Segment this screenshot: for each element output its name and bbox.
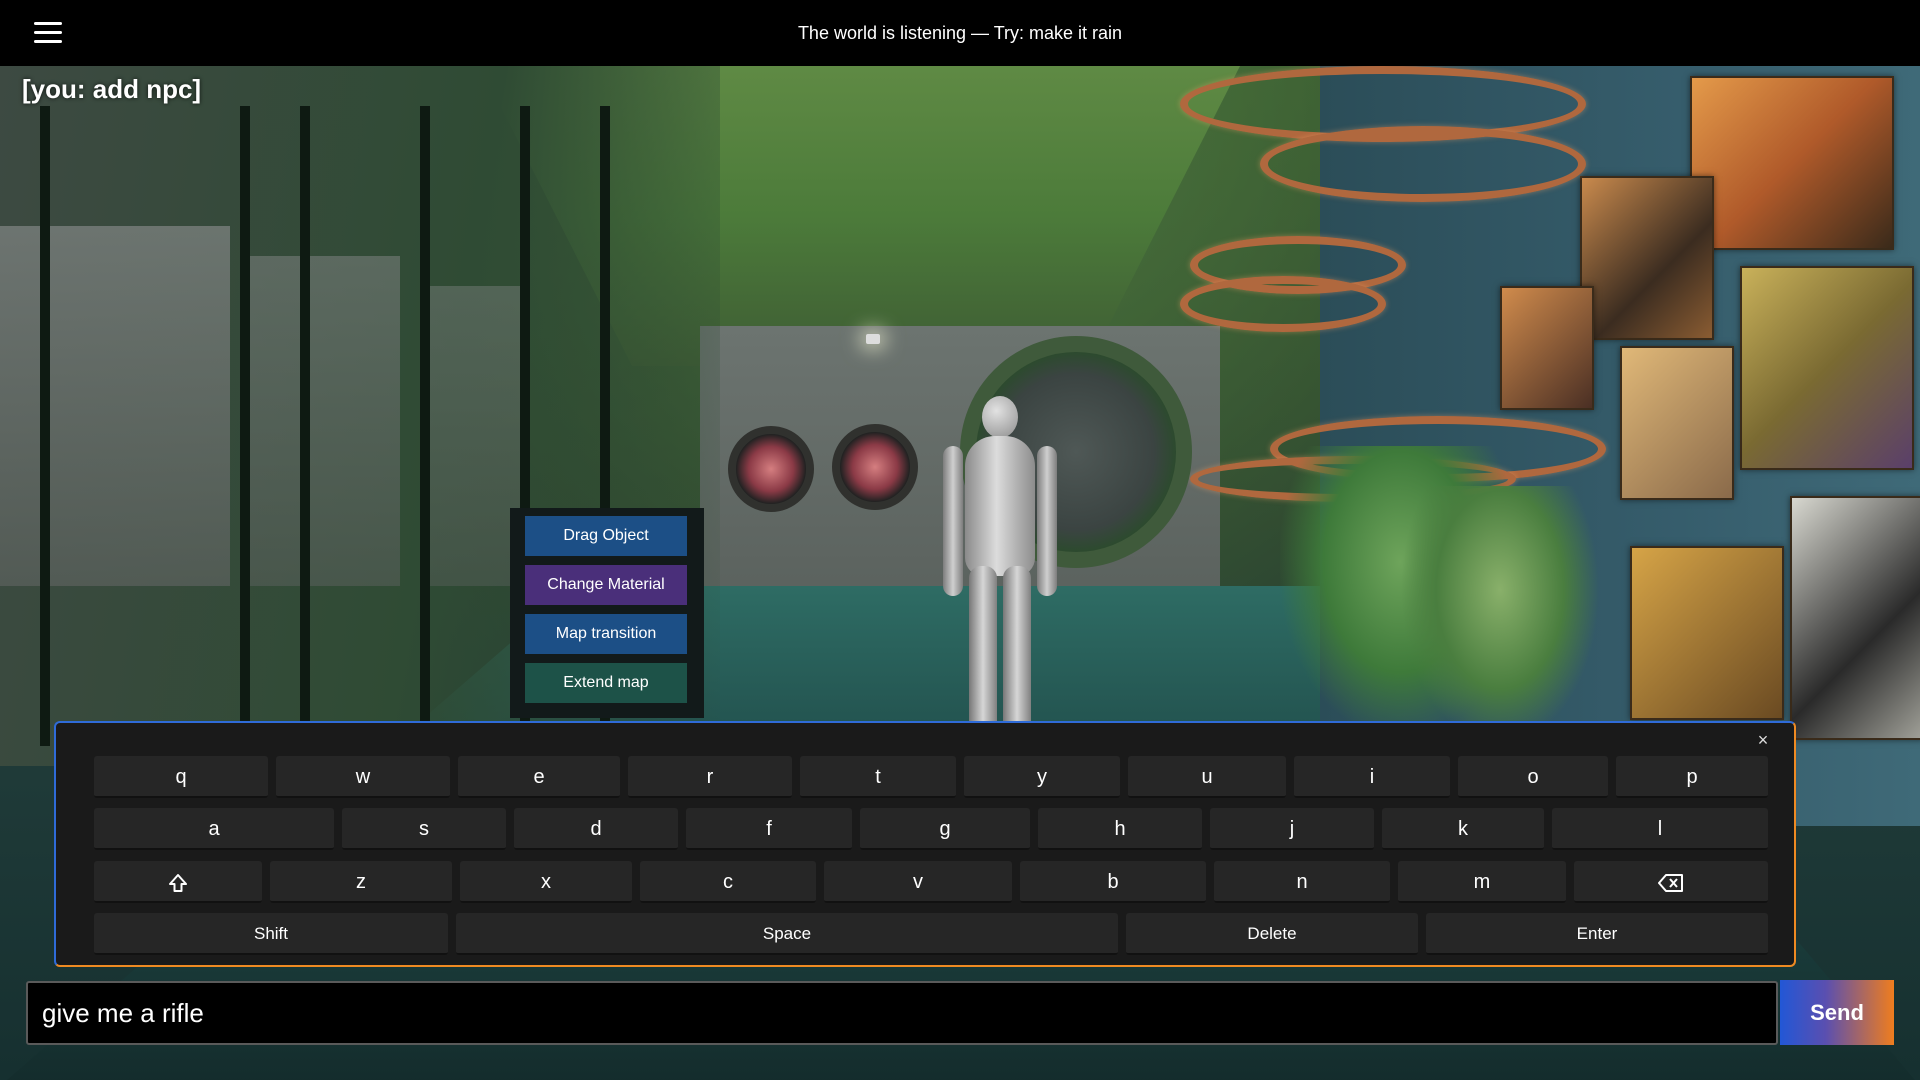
shift-arrow-icon[interactable] xyxy=(94,861,262,903)
change-material-button[interactable]: Change Material xyxy=(525,565,687,605)
map-transition-button[interactable]: Map transition xyxy=(525,614,687,654)
key-a[interactable]: a xyxy=(94,808,334,850)
copper-ring xyxy=(1180,276,1386,332)
command-input[interactable] xyxy=(28,983,1776,1043)
key-u[interactable]: u xyxy=(1128,756,1286,798)
key-p[interactable]: p xyxy=(1616,756,1768,798)
ceiling-lamp xyxy=(866,334,880,344)
extend-map-button[interactable]: Extend map xyxy=(525,663,687,703)
key-x[interactable]: x xyxy=(460,861,632,903)
hamburger-menu-icon[interactable] xyxy=(34,22,62,44)
key-q[interactable]: q xyxy=(94,756,268,798)
prompt-hint-title: The world is listening — Try: make it ra… xyxy=(797,23,1123,43)
send-button[interactable]: Send xyxy=(1780,980,1894,1045)
key-f[interactable]: f xyxy=(686,808,852,850)
key-e[interactable]: e xyxy=(458,756,620,798)
chat-log-message: [you: add npc] xyxy=(22,74,202,104)
key-s[interactable]: s xyxy=(342,808,506,850)
space-key[interactable]: Space xyxy=(456,913,1118,955)
key-y[interactable]: y xyxy=(964,756,1120,798)
key-i[interactable]: i xyxy=(1294,756,1450,798)
key-m[interactable]: m xyxy=(1398,861,1566,903)
key-z[interactable]: z xyxy=(270,861,452,903)
plant xyxy=(1400,486,1600,746)
drag-object-button[interactable]: Drag Object xyxy=(525,516,687,556)
key-l[interactable]: l xyxy=(1552,808,1768,850)
backspace-icon[interactable] xyxy=(1574,861,1768,903)
key-c[interactable]: c xyxy=(640,861,816,903)
top-bar: The world is listening — Try: make it ra… xyxy=(0,0,1920,66)
key-j[interactable]: j xyxy=(1210,808,1374,850)
porthole-window xyxy=(728,426,814,512)
key-g[interactable]: g xyxy=(860,808,1030,850)
enter-key[interactable]: Enter xyxy=(1426,913,1768,955)
key-r[interactable]: r xyxy=(628,756,792,798)
key-k[interactable]: k xyxy=(1382,808,1544,850)
copper-ring xyxy=(1260,126,1586,202)
key-h[interactable]: h xyxy=(1038,808,1202,850)
close-icon[interactable]: × xyxy=(1752,729,1774,751)
key-o[interactable]: o xyxy=(1458,756,1608,798)
key-d[interactable]: d xyxy=(514,808,678,850)
key-v[interactable]: v xyxy=(824,861,1012,903)
key-w[interactable]: w xyxy=(276,756,450,798)
command-input-box xyxy=(26,981,1778,1045)
virtual-keyboard: × q w e r t y u i o p a s d f g h j k l … xyxy=(54,721,1796,967)
key-b[interactable]: b xyxy=(1020,861,1206,903)
porthole-window xyxy=(832,424,918,510)
key-t[interactable]: t xyxy=(800,756,956,798)
shift-key[interactable]: Shift xyxy=(94,913,448,955)
delete-key[interactable]: Delete xyxy=(1126,913,1418,955)
key-n[interactable]: n xyxy=(1214,861,1390,903)
action-context-menu: Drag Object Change Material Map transiti… xyxy=(510,508,704,718)
